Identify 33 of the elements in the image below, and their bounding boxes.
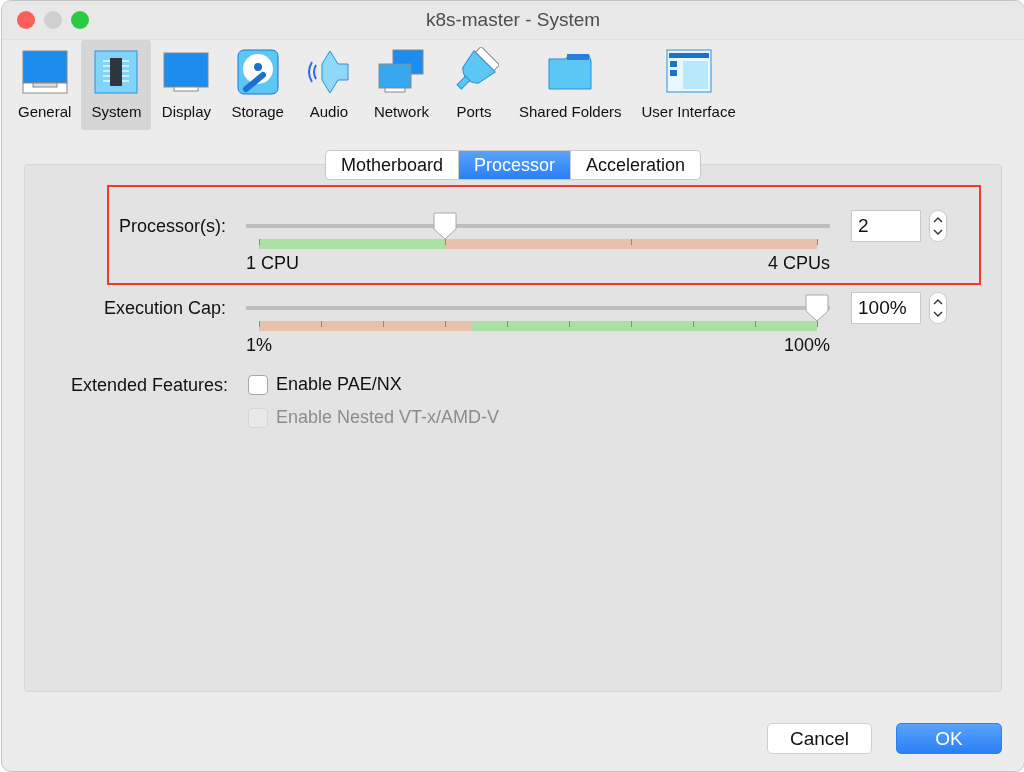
stepper-button[interactable] [929, 210, 947, 242]
toolbar-item[interactable]: Audio [293, 40, 364, 130]
stepper-button[interactable] [929, 292, 947, 324]
max-label: 100% [783, 335, 830, 356]
slider-thumb[interactable] [804, 294, 830, 322]
checkbox-label: Enable Nested VT-x/AMD-V [276, 407, 500, 428]
window-title: k8s-master - System [425, 9, 601, 31]
checkbox-label: Enable PAE/NX [276, 374, 402, 395]
close-button[interactable] [17, 11, 35, 29]
toolbar-item[interactable]: Display [151, 40, 222, 130]
cancel-button[interactable]: Cancel [767, 723, 872, 754]
slider-thumb[interactable] [431, 212, 458, 240]
tab[interactable]: Acceleration [571, 150, 702, 180]
toolbar-item[interactable]: Network [363, 40, 439, 130]
zoom-button[interactable] [71, 11, 89, 29]
min-label: 1% [246, 335, 272, 356]
value-field[interactable]: 2 [851, 210, 921, 242]
min-label: 1 CPU [246, 253, 299, 274]
tab[interactable]: Motherboard [324, 150, 459, 180]
monitor-icon [19, 47, 70, 97]
toolbar-item[interactable]: Ports [438, 40, 509, 130]
slider-label: Execution Cap: [102, 297, 227, 319]
toolbar-item[interactable]: User Interface [631, 40, 746, 130]
max-label: 4 CPUs [768, 253, 830, 274]
toolbar-item[interactable]: General [8, 40, 82, 130]
toolbar-item[interactable]: System [81, 40, 152, 130]
features-label: Extended Features: [69, 374, 229, 396]
value-field[interactable]: 100% [851, 292, 921, 324]
minimize-button[interactable] [44, 11, 62, 29]
toolbar-item[interactable]: Storage [221, 40, 294, 130]
slider-label: Processor(s): [118, 215, 227, 237]
checkbox[interactable] [248, 374, 268, 395]
toolbar-item[interactable]: Shared Folders [508, 40, 632, 130]
